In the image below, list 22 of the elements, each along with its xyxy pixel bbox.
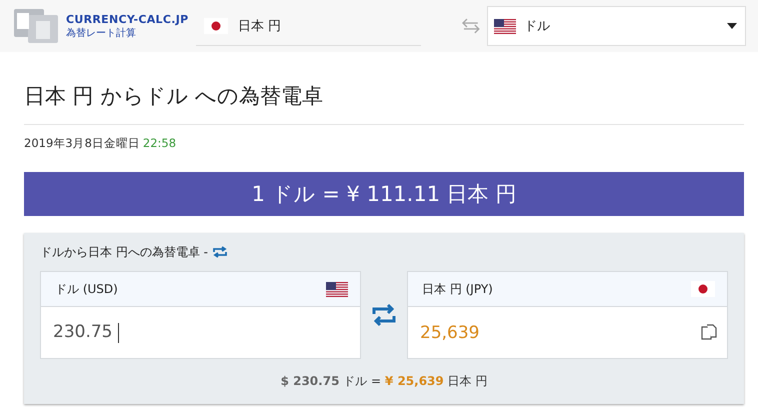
copy-icon[interactable]: [701, 324, 717, 341]
dropdown-caret-icon: [727, 23, 738, 29]
to-currency-label: 日本 円 (JPY): [422, 280, 493, 298]
to-currency-select[interactable]: ドル: [486, 6, 746, 46]
rate-banner: 1 ドル = ¥ 111.11 日本 円: [24, 172, 744, 216]
logo-title: CURRENCY-CALC.JP: [66, 12, 188, 26]
japan-flag-icon: [204, 18, 228, 34]
date-text: 2019年3月8日金曜日: [24, 136, 140, 151]
calculator-title: ドルから日本 円への為替電卓 -: [40, 244, 208, 260]
japan-flag-icon: [691, 281, 715, 297]
logo-subtitle: 為替レート計算: [66, 26, 137, 40]
logo-icon: [12, 7, 60, 45]
swap-icon[interactable]: [212, 246, 227, 258]
us-flag-icon: [326, 282, 348, 296]
conversion-summary: $ 230.75 ドル = ¥ 25,639 日本 円: [280, 373, 488, 390]
page-title: 日本 円 からドル への為替電卓: [24, 52, 744, 125]
to-amount-value: 25,639: [420, 322, 480, 342]
from-currency-label: ドル (USD): [55, 280, 118, 298]
from-currency-field[interactable]: 日本 円: [196, 6, 422, 46]
us-flag-icon: [494, 18, 516, 34]
from-amount-field[interactable]: 230.75: [41, 307, 360, 358]
time-text: 22:58: [142, 136, 176, 151]
